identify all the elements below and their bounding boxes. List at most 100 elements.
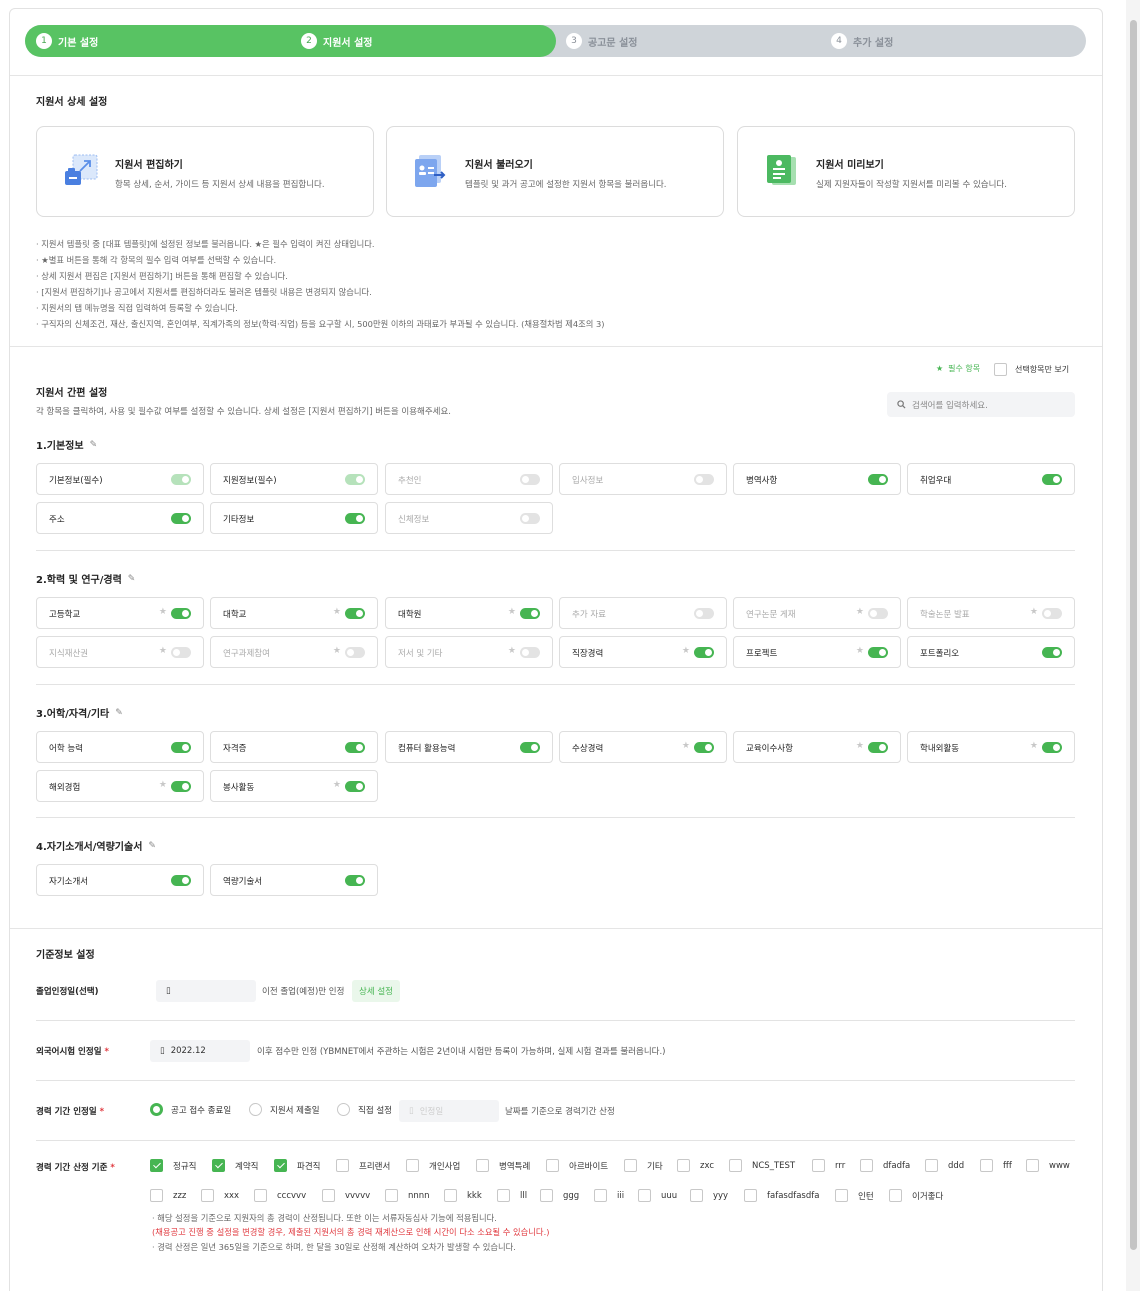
checkbox-box[interactable] bbox=[638, 1189, 651, 1202]
checkbox-box[interactable] bbox=[546, 1159, 559, 1172]
toggle-item[interactable]: 대학원 ★ bbox=[385, 597, 553, 629]
step-3[interactable]: 3 공고문 설정 bbox=[566, 33, 637, 49]
career-type-checkbox[interactable]: 인턴 bbox=[835, 1189, 874, 1202]
preview-form-card[interactable]: 지원서 미리보기 실제 지원자들이 작성할 지원서를 미리볼 수 있습니다. bbox=[737, 126, 1075, 217]
toggle-item[interactable]: 신체정보 bbox=[385, 502, 553, 534]
toggle-switch[interactable] bbox=[694, 647, 714, 658]
career-type-checkbox[interactable]: iii bbox=[594, 1189, 624, 1202]
checkbox-box[interactable] bbox=[497, 1189, 510, 1202]
toggle-item[interactable]: 연구과제참여 ★ bbox=[210, 636, 378, 668]
edit-pencil-icon[interactable]: ✎ bbox=[90, 440, 98, 450]
career-type-checkbox[interactable]: lll bbox=[497, 1189, 527, 1202]
page-scrollbar[interactable] bbox=[1126, 0, 1140, 1291]
checkbox-box[interactable] bbox=[254, 1189, 267, 1202]
career-type-checkbox[interactable]: cccvvv bbox=[254, 1189, 306, 1202]
edit-pencil-icon[interactable]: ✎ bbox=[128, 574, 136, 584]
edit-pencil-icon[interactable]: ✎ bbox=[148, 841, 156, 851]
toggle-item[interactable]: 자기소개서 bbox=[36, 864, 204, 896]
toggle-item[interactable]: 프로젝트 ★ bbox=[733, 636, 901, 668]
career-type-checkbox[interactable]: 병역특례 bbox=[476, 1159, 530, 1172]
checkbox-box[interactable] bbox=[835, 1189, 848, 1202]
step-4[interactable]: 4 추가 설정 bbox=[831, 33, 893, 49]
required-star-icon[interactable]: ★ bbox=[159, 646, 167, 656]
career-type-checkbox[interactable]: rrr bbox=[812, 1159, 845, 1172]
checkbox-box[interactable] bbox=[444, 1189, 457, 1202]
career-custom-date-input[interactable]: ▯ 인정일 bbox=[399, 1100, 499, 1122]
checkbox-box[interactable] bbox=[150, 1189, 163, 1202]
toggle-switch[interactable] bbox=[1042, 742, 1062, 753]
career-type-checkbox[interactable]: vvvvv bbox=[322, 1189, 370, 1202]
edit-form-card[interactable]: 지원서 편집하기 항목 상세, 순서, 가이드 등 지원서 상세 내용을 편집합… bbox=[36, 126, 374, 217]
step-2[interactable]: 2 지원서 설정 bbox=[301, 33, 372, 49]
checkbox-box[interactable] bbox=[624, 1159, 637, 1172]
required-star-icon[interactable]: ★ bbox=[159, 780, 167, 790]
career-type-checkbox[interactable]: 기타 bbox=[624, 1159, 663, 1172]
scrollbar-thumb[interactable] bbox=[1130, 20, 1137, 1250]
career-type-checkbox[interactable]: dfadfa bbox=[860, 1159, 910, 1172]
required-star-icon[interactable]: ★ bbox=[333, 780, 341, 790]
checkbox-box[interactable] bbox=[925, 1159, 938, 1172]
toggle-item[interactable]: 기본정보(필수) bbox=[36, 463, 204, 495]
radio-circle[interactable] bbox=[337, 1103, 350, 1116]
checkbox-box[interactable] bbox=[812, 1159, 825, 1172]
toggle-item[interactable]: 입사정보 bbox=[559, 463, 727, 495]
required-star-icon[interactable]: ★ bbox=[508, 607, 516, 617]
checkbox-box[interactable] bbox=[322, 1189, 335, 1202]
toggle-item[interactable]: 고등학교 ★ bbox=[36, 597, 204, 629]
toggle-switch[interactable] bbox=[868, 474, 888, 485]
toggle-item[interactable]: 연구논문 게재 ★ bbox=[733, 597, 901, 629]
toggle-item[interactable]: 수상경력 ★ bbox=[559, 731, 727, 763]
required-star-icon[interactable]: ★ bbox=[856, 646, 864, 656]
foreign-test-date-input[interactable]: ▯ 2022.12 bbox=[150, 1040, 250, 1062]
toggle-item[interactable]: 병역사항 bbox=[733, 463, 901, 495]
toggle-switch[interactable] bbox=[1042, 608, 1062, 619]
toggle-switch[interactable] bbox=[345, 647, 365, 658]
required-star-icon[interactable]: ★ bbox=[856, 741, 864, 751]
checkbox-box[interactable] bbox=[690, 1189, 703, 1202]
required-star-icon[interactable]: ★ bbox=[682, 741, 690, 751]
toggle-switch[interactable] bbox=[171, 608, 191, 619]
toggle-switch[interactable] bbox=[1042, 647, 1062, 658]
toggle-switch[interactable] bbox=[694, 608, 714, 619]
search-input[interactable]: 검색어를 입력하세요. bbox=[887, 392, 1075, 417]
checkbox-box[interactable] bbox=[677, 1159, 690, 1172]
toggle-switch[interactable] bbox=[171, 513, 191, 524]
toggle-item[interactable]: 포트폴리오 bbox=[907, 636, 1075, 668]
checkbox-box[interactable] bbox=[980, 1159, 993, 1172]
checkbox-box[interactable] bbox=[406, 1159, 419, 1172]
toggle-item[interactable]: 교육이수사항 ★ bbox=[733, 731, 901, 763]
checkbox-box[interactable] bbox=[385, 1189, 398, 1202]
toggle-switch[interactable] bbox=[520, 742, 540, 753]
toggle-switch[interactable] bbox=[868, 647, 888, 658]
import-form-card[interactable]: 지원서 불러오기 템플릿 및 과거 공고에 설정한 지원서 항목을 불러옵니다. bbox=[386, 126, 724, 217]
radio-deadline[interactable]: 공고 접수 종료일 bbox=[150, 1103, 231, 1116]
career-type-checkbox[interactable]: zzz bbox=[150, 1189, 186, 1202]
checkbox-box[interactable] bbox=[476, 1159, 489, 1172]
toggle-switch[interactable] bbox=[520, 608, 540, 619]
toggle-item[interactable]: 학내외활동 ★ bbox=[907, 731, 1075, 763]
toggle-switch[interactable] bbox=[171, 875, 191, 886]
toggle-switch[interactable] bbox=[345, 875, 365, 886]
toggle-switch[interactable] bbox=[171, 781, 191, 792]
required-star-icon[interactable]: ★ bbox=[1030, 741, 1038, 751]
career-type-checkbox[interactable]: uuu bbox=[638, 1189, 677, 1202]
step-1[interactable]: 1 기본 설정 bbox=[36, 33, 98, 49]
career-type-checkbox[interactable]: NCS_TEST bbox=[729, 1159, 795, 1172]
selected-only-checkbox[interactable]: 선택항목만 보기 bbox=[994, 363, 1069, 376]
toggle-switch[interactable] bbox=[345, 513, 365, 524]
toggle-switch[interactable] bbox=[694, 474, 714, 485]
toggle-switch[interactable] bbox=[520, 474, 540, 485]
checkbox-box[interactable] bbox=[860, 1159, 873, 1172]
career-type-checkbox[interactable]: 파견직 bbox=[274, 1159, 320, 1172]
career-type-checkbox[interactable]: 이거좋다 bbox=[889, 1189, 943, 1202]
career-type-checkbox[interactable]: fafasdfasdfa bbox=[744, 1189, 819, 1202]
checkbox-box[interactable] bbox=[994, 363, 1007, 376]
career-type-checkbox[interactable]: fff bbox=[980, 1159, 1012, 1172]
career-type-checkbox[interactable]: xxx bbox=[201, 1189, 239, 1202]
graduation-date-input[interactable]: ▯ bbox=[156, 980, 256, 1002]
edit-pencil-icon[interactable]: ✎ bbox=[115, 708, 123, 718]
toggle-switch[interactable] bbox=[345, 781, 365, 792]
career-type-checkbox[interactable]: 프리랜서 bbox=[336, 1159, 390, 1172]
checkbox-box[interactable] bbox=[1026, 1159, 1039, 1172]
career-type-checkbox[interactable]: 계약직 bbox=[212, 1159, 258, 1172]
